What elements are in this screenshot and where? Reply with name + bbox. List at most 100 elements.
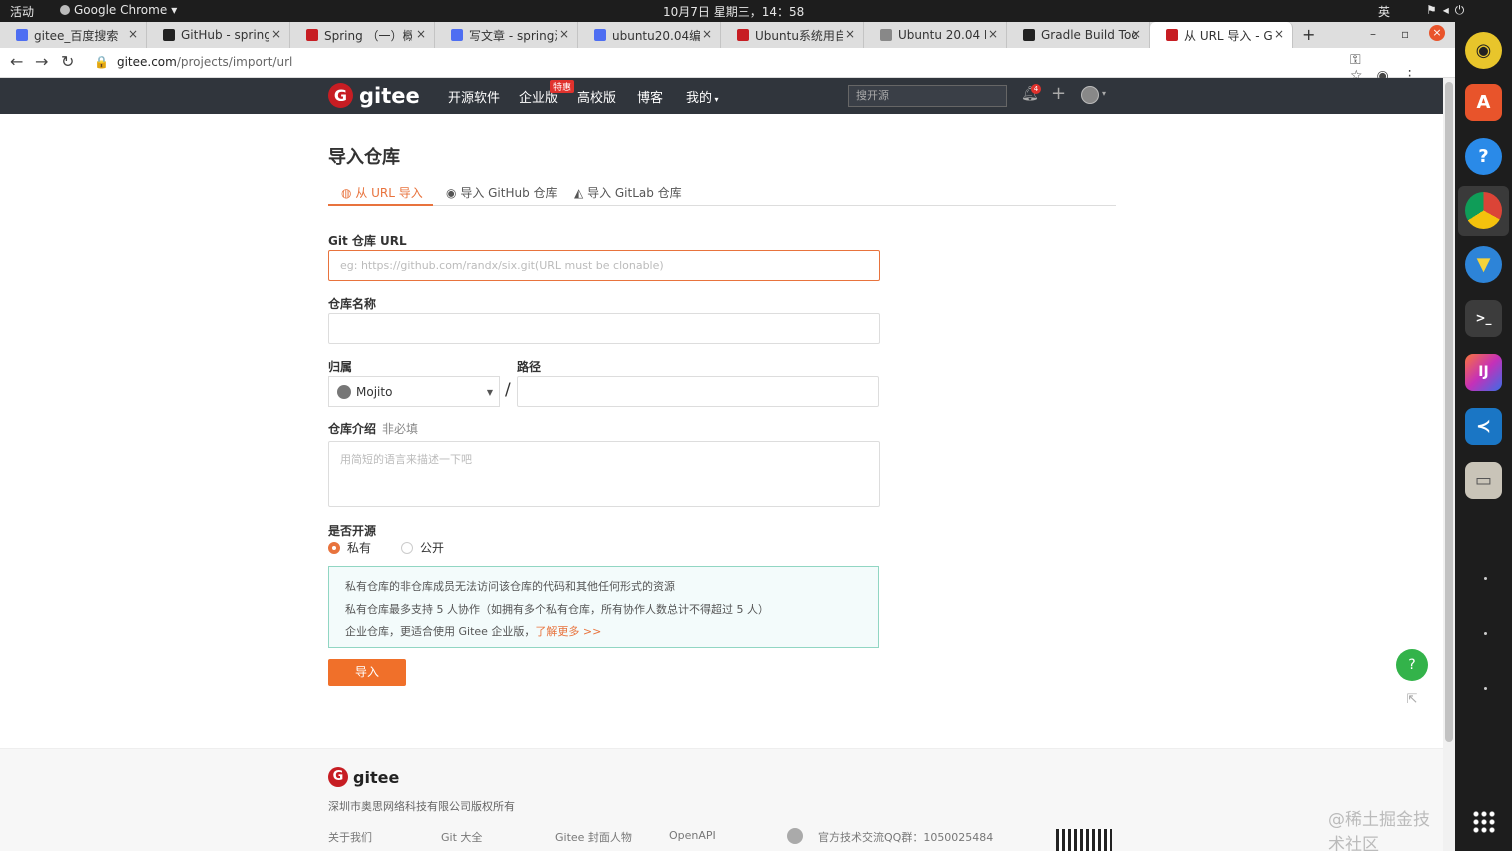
description-textarea[interactable]: 用简短的语言来描述一下吧 (328, 441, 880, 507)
minimize-icon[interactable]: – (1370, 27, 1376, 41)
gitee-wordmark: gitee (353, 767, 400, 787)
close-tab-icon[interactable]: × (416, 27, 426, 41)
show-applications-icon[interactable] (1472, 810, 1496, 834)
share-icon[interactable]: ⇱ (1396, 684, 1428, 716)
nav-mine[interactable]: 我的 ▾ (686, 87, 719, 106)
close-tab-icon[interactable]: × (845, 27, 855, 41)
import-button[interactable]: 导入 (328, 659, 406, 686)
avatar[interactable] (1081, 86, 1099, 104)
radio-private[interactable]: 私有 (328, 539, 371, 556)
activities-button[interactable]: 活动 (10, 3, 34, 20)
scrollbar-thumb[interactable] (1445, 82, 1453, 742)
url-path: /projects/import/url (176, 55, 293, 69)
tab-title: Ubuntu系统用自 (755, 28, 843, 43)
gitee-logo-icon: G (328, 767, 348, 787)
browser-tab[interactable]: 写文章 - spring源 × (435, 22, 578, 48)
reload-icon[interactable]: ↻ (61, 52, 74, 71)
browser-tab[interactable]: Spring （一）概 × (290, 22, 435, 48)
browser-tab[interactable]: Gradle Build Tool × (1007, 22, 1150, 48)
browser-tab-active[interactable]: 从 URL 导入 - Gite× (1150, 22, 1293, 48)
tab-title: ubuntu20.04编辑 (612, 28, 700, 43)
software-center-icon[interactable]: A (1465, 84, 1502, 121)
nav-blog[interactable]: 博客 (637, 87, 663, 106)
radio-public[interactable]: 公开 (401, 539, 444, 556)
footer-link-about[interactable]: 关于我们 (328, 829, 372, 845)
tab-title: gitee_百度搜索 (34, 28, 119, 43)
new-tab-icon[interactable]: + (1302, 25, 1315, 44)
path-separator: / (505, 380, 511, 400)
input-method[interactable]: 英 (1378, 3, 1390, 20)
app-icon[interactable]: ▼ (1465, 246, 1502, 283)
url-field[interactable]: 🔒 gitee.com/projects/import/url (94, 55, 292, 69)
help-app-icon[interactable]: ? (1465, 138, 1502, 175)
active-tab-underline (328, 204, 433, 206)
help-icon[interactable]: ? (1396, 649, 1428, 681)
back-icon[interactable]: ← (10, 52, 23, 71)
app-name: Google Chrome (74, 3, 168, 17)
close-tab-icon[interactable]: × (988, 27, 998, 41)
git-url-label: Git 仓库 URL (328, 234, 407, 248)
notification-count: 4 (1031, 84, 1041, 94)
tab-title: 写文章 - spring源 (469, 28, 557, 43)
restore-icon[interactable]: ▫ (1401, 27, 1409, 41)
favicon-icon (163, 29, 175, 41)
learn-more-link[interactable]: 了解更多 >> (535, 625, 601, 638)
vscode-icon[interactable]: ≺ (1465, 408, 1502, 445)
tab-title: Ubuntu 20.04 LTS (898, 28, 986, 42)
browser-tab[interactable]: ubuntu20.04编辑× (578, 22, 721, 48)
tab-gitlab-import[interactable]: ◭ 导入 GitLab 仓库 (574, 184, 682, 201)
tab-title: Spring （一）概 (324, 28, 412, 43)
terminal-icon[interactable]: >_ (1465, 300, 1502, 337)
footer-link-git[interactable]: Git 大全 (441, 829, 482, 845)
close-tab-icon[interactable]: × (271, 27, 281, 41)
favicon-icon (451, 29, 463, 41)
app-menu[interactable]: Google Chrome ▾ (60, 3, 177, 17)
nav-search-input[interactable]: 搜开源 (848, 85, 1007, 107)
close-tab-icon[interactable]: × (559, 27, 569, 41)
browser-tab[interactable]: GitHub - spring-p× (147, 22, 290, 48)
path-input[interactable] (517, 376, 879, 407)
close-window-icon[interactable]: × (1429, 25, 1445, 41)
nav-open-source[interactable]: 开源软件 (448, 87, 500, 106)
notice-text: 企业仓库，更适合使用 Gitee 企业版， (345, 625, 536, 638)
tab-title: GitHub - spring-p (181, 28, 269, 42)
radio-button (328, 541, 340, 554)
tab-label: 导入 GitLab 仓库 (587, 186, 682, 200)
description-label-text: 仓库介绍 (328, 422, 377, 436)
browser-tab[interactable]: Ubuntu 20.04 LTS× (864, 22, 1007, 48)
scrollbar[interactable] (1443, 78, 1455, 851)
owner-select[interactable]: Mojito ▼ (328, 376, 500, 407)
avatar (337, 384, 351, 399)
intellij-icon[interactable]: IJ (1465, 354, 1502, 391)
nav-education[interactable]: 高校版 (577, 87, 616, 106)
browser-tab[interactable]: Ubuntu系统用自 × (721, 22, 864, 48)
forward-icon[interactable]: → (35, 52, 48, 71)
repo-name-input[interactable] (328, 313, 880, 344)
close-tab-icon[interactable]: × (1131, 27, 1141, 41)
page-title: 导入仓库 (328, 147, 400, 168)
address-bar: ← → ↻ 🔒 gitee.com/projects/import/url ⚿☆◉… (0, 48, 1455, 84)
add-icon[interactable]: + (1051, 83, 1066, 104)
footer-link-cover[interactable]: Gitee 封面人物 (555, 829, 632, 845)
footer-logo[interactable]: Ggitee (328, 767, 399, 787)
globe-icon: ◍ (341, 186, 352, 200)
caret-down-icon[interactable]: ▾ (1102, 89, 1106, 98)
browser-tab[interactable]: gitee_百度搜索 × (0, 22, 147, 48)
tab-github-import[interactable]: ◉ 导入 GitHub 仓库 (446, 184, 558, 201)
owner-label: 归属 (328, 360, 353, 374)
clock[interactable]: 10月7日 星期三，14：58 (663, 3, 804, 20)
chrome-icon[interactable] (1465, 192, 1502, 229)
files-icon[interactable]: ▭ (1465, 462, 1502, 499)
tab-url-import[interactable]: ◍ 从 URL 导入 (341, 184, 423, 201)
close-tab-icon[interactable]: × (702, 27, 712, 41)
import-tabs: ◍ 从 URL 导入 ◉ 导入 GitHub 仓库 ◭ 导入 GitLab 仓库 (328, 177, 1116, 206)
copyright: 深圳市奥思网络科技有限公司版权所有 (328, 800, 515, 813)
footer-link-openapi[interactable]: OpenAPI (669, 829, 716, 842)
rhythmbox-icon[interactable]: ◉ (1465, 32, 1502, 69)
system-tray-icons[interactable]: ⚑◂⏻ (1426, 3, 1470, 18)
git-url-input[interactable]: eg: https://github.com/randx/six.git(URL… (328, 250, 880, 281)
gitee-logo[interactable]: Ggitee (328, 83, 420, 108)
close-tab-icon[interactable]: × (1274, 27, 1284, 41)
tab-label: 导入 GitHub 仓库 (460, 186, 558, 200)
close-tab-icon[interactable]: × (128, 27, 138, 41)
